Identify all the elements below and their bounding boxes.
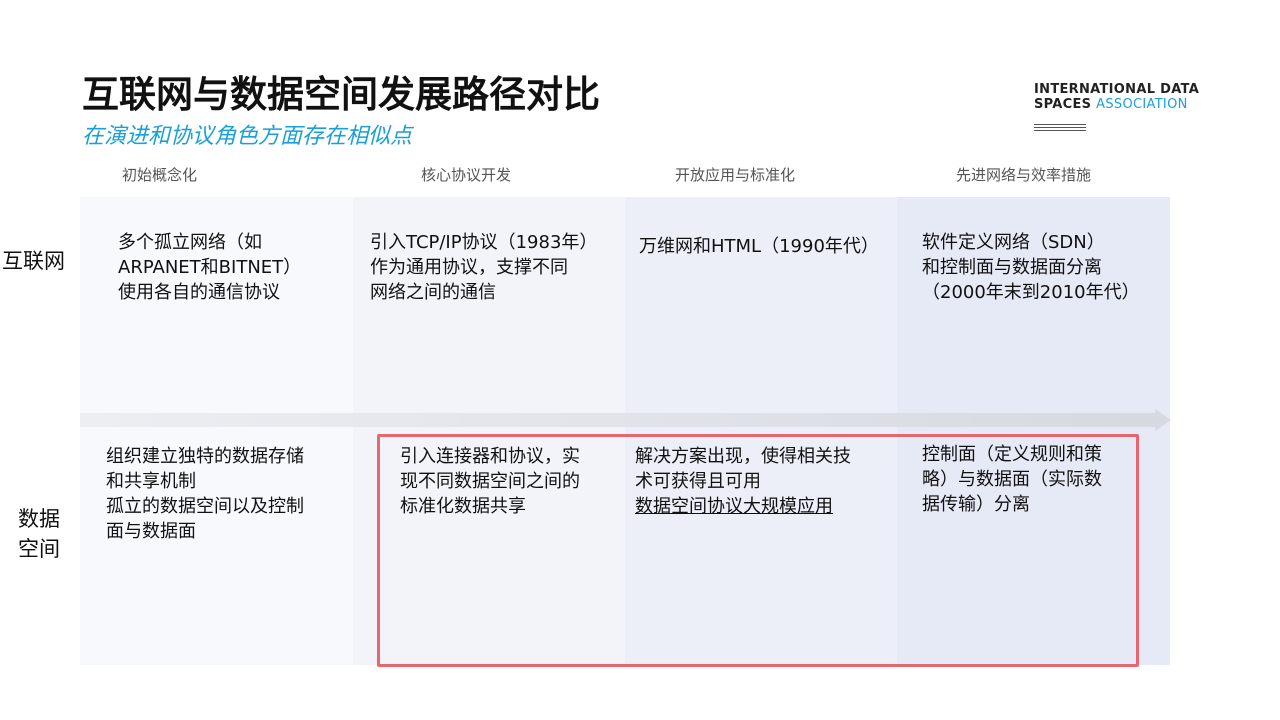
row-label-dataspace: 数据 空间 xyxy=(18,507,60,561)
internet-cell-3: 万维网和HTML（1990年代） xyxy=(639,236,879,257)
page-title: 互联网与数据空间发展路径对比 xyxy=(82,73,600,116)
page-subtitle: 在演进和协议角色方面存在相似点 xyxy=(82,124,413,149)
phase-label-2: 核心协议开发 xyxy=(421,166,512,184)
logo-line-2: SPACES ASSOCIATION xyxy=(1034,97,1199,112)
internet-cell-1: 多个孤立网络（如 ARPANET和BITNET） 使用各自的通信协议 xyxy=(118,232,302,303)
logo-underline-icon xyxy=(1034,124,1086,133)
highlight-box xyxy=(377,434,1139,667)
slide: 互联网与数据空间发展路径对比 在演进和协议角色方面存在相似点 INTERNATI… xyxy=(0,0,1280,720)
internet-cell-2: 引入TCP/IP协议（1983年） 作为通用协议，支撑不同 网络之间的通信 xyxy=(370,232,598,303)
phase-label-3: 开放应用与标准化 xyxy=(675,166,796,184)
internet-cell-4: 软件定义网络（SDN） 和控制面与数据面分离 （2000年末到2010年代） xyxy=(922,232,1140,303)
dataspace-cell-1: 组织建立独特的数据存储 和共享机制 孤立的数据空间以及控制 面与数据面 xyxy=(106,446,304,542)
idsa-logo: INTERNATIONAL DATA SPACES ASSOCIATION xyxy=(1034,82,1199,112)
phase-label-4: 先进网络与效率措施 xyxy=(956,166,1092,184)
phase-label-1: 初始概念化 xyxy=(122,166,198,184)
logo-word-spaces: SPACES xyxy=(1034,97,1092,112)
row-label-internet: 互联网 xyxy=(2,249,65,273)
logo-word-association: ASSOCIATION xyxy=(1096,97,1188,112)
logo-line-1: INTERNATIONAL DATA xyxy=(1034,82,1200,97)
timeline-arrow-head-icon xyxy=(1155,409,1171,431)
timeline-arrow-bar xyxy=(80,413,1155,427)
